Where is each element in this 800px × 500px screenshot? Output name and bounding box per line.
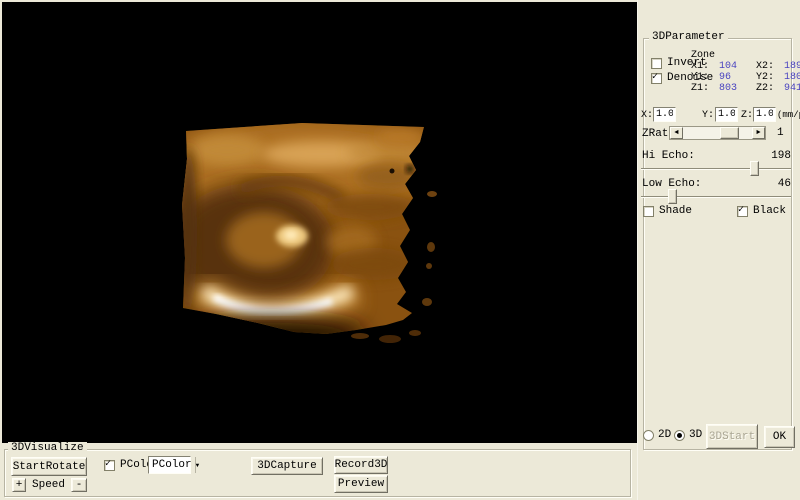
hi-echo-value: 198: [769, 150, 791, 162]
low-echo-slider-track[interactable]: [641, 196, 791, 198]
render-viewport[interactable]: [2, 2, 637, 443]
zone-row-x: X1: 104 X2: 189: [691, 61, 800, 72]
scale-y-label: Y:: [702, 110, 714, 121]
speed-label: Speed: [32, 479, 65, 491]
check-icon: ✓: [738, 205, 744, 216]
hi-echo-label: Hi Echo:: [642, 150, 695, 162]
hi-echo-slider-thumb[interactable]: [750, 161, 759, 176]
scale-x-input[interactable]: [653, 107, 676, 122]
zone-y1-value: 96: [719, 72, 756, 83]
zone-y2-value: 180: [784, 72, 800, 83]
scale-z-label: Z:: [741, 110, 753, 121]
check-icon: ✓: [652, 72, 658, 83]
radio-2d[interactable]: [643, 430, 654, 441]
hi-echo-slider-track[interactable]: [641, 168, 791, 170]
zone-x1-label: X1:: [691, 61, 719, 72]
zrate-value: 1: [777, 127, 784, 139]
3dstart-button[interactable]: 3DStart: [706, 424, 758, 449]
ultrasound-3d-image: [2, 2, 637, 443]
black-checkbox[interactable]: ✓: [737, 206, 748, 217]
shade-label: Shade: [659, 205, 692, 217]
speed-minus-button[interactable]: -: [71, 478, 87, 492]
radio-3d-label: 3D: [689, 429, 702, 441]
scale-z-input[interactable]: [753, 107, 776, 122]
zone-z1-label: Z1:: [691, 83, 719, 94]
zone-z1-value: 803: [719, 83, 756, 94]
denoise-checkbox[interactable]: ✓: [651, 73, 662, 84]
zone-y2-label: Y2:: [756, 72, 784, 83]
zone-z2-label: Z2:: [756, 83, 784, 94]
scale-y-input[interactable]: [715, 107, 738, 122]
pcolor-dropdown[interactable]: PColor ▼: [148, 456, 191, 474]
speed-plus-button[interactable]: +: [12, 478, 26, 492]
zone-x2-value: 189: [784, 61, 800, 72]
zone-x2-label: X2:: [756, 61, 784, 72]
scale-unit-label: (mm/p): [777, 110, 800, 120]
start-rotate-button[interactable]: StartRotate: [11, 457, 87, 476]
zone-row-z: Z1: 803 Z2: 941: [691, 83, 800, 94]
radio-3d[interactable]: [674, 430, 685, 441]
zone-row-y: Y1: 96 Y2: 180: [691, 72, 800, 83]
low-echo-value: 46: [769, 178, 791, 190]
visualize-panel: 3DVisualize StartRotate + Speed - ✓ PCol…: [0, 443, 637, 500]
zone-label: Zone: [691, 50, 715, 61]
3dcapture-button[interactable]: 3DCapture: [251, 457, 323, 475]
scale-x-label: X:: [641, 110, 653, 121]
parameter-groupbox: 3DParameter: [643, 38, 792, 450]
zrate-scrollbar-thumb[interactable]: [720, 127, 739, 139]
visualize-groupbox-title: 3DVisualize: [8, 442, 87, 454]
zrate-scrollbar[interactable]: ◄ ►: [669, 126, 766, 140]
black-label: Black: [753, 205, 786, 217]
shade-checkbox[interactable]: [643, 206, 654, 217]
app-window: { "parameter_panel": { "title": "3DParam…: [0, 0, 800, 500]
pcolor-checkbox[interactable]: ✓: [104, 460, 115, 471]
zone-z2-value: 941: [784, 83, 800, 94]
parameter-panel: 3DParameter Invert ✓ Denoise Zone X1: 10…: [637, 0, 800, 500]
chevron-down-icon[interactable]: ▼: [195, 457, 200, 473]
invert-checkbox[interactable]: [651, 58, 662, 69]
zone-y1-label: Y1:: [691, 72, 719, 83]
parameter-groupbox-title: 3DParameter: [649, 31, 728, 43]
low-echo-slider-thumb[interactable]: [668, 189, 677, 204]
preview-button[interactable]: Preview: [334, 475, 388, 493]
ok-button[interactable]: OK: [764, 426, 795, 448]
zone-x1-value: 104: [719, 61, 756, 72]
record3d-button[interactable]: Record3D: [334, 456, 388, 474]
radio-2d-label: 2D: [658, 429, 671, 441]
pcolor-dropdown-value: PColor: [149, 459, 195, 471]
check-icon: ✓: [105, 459, 111, 470]
scroll-right-icon[interactable]: ►: [752, 127, 765, 139]
scroll-left-icon[interactable]: ◄: [670, 127, 683, 139]
